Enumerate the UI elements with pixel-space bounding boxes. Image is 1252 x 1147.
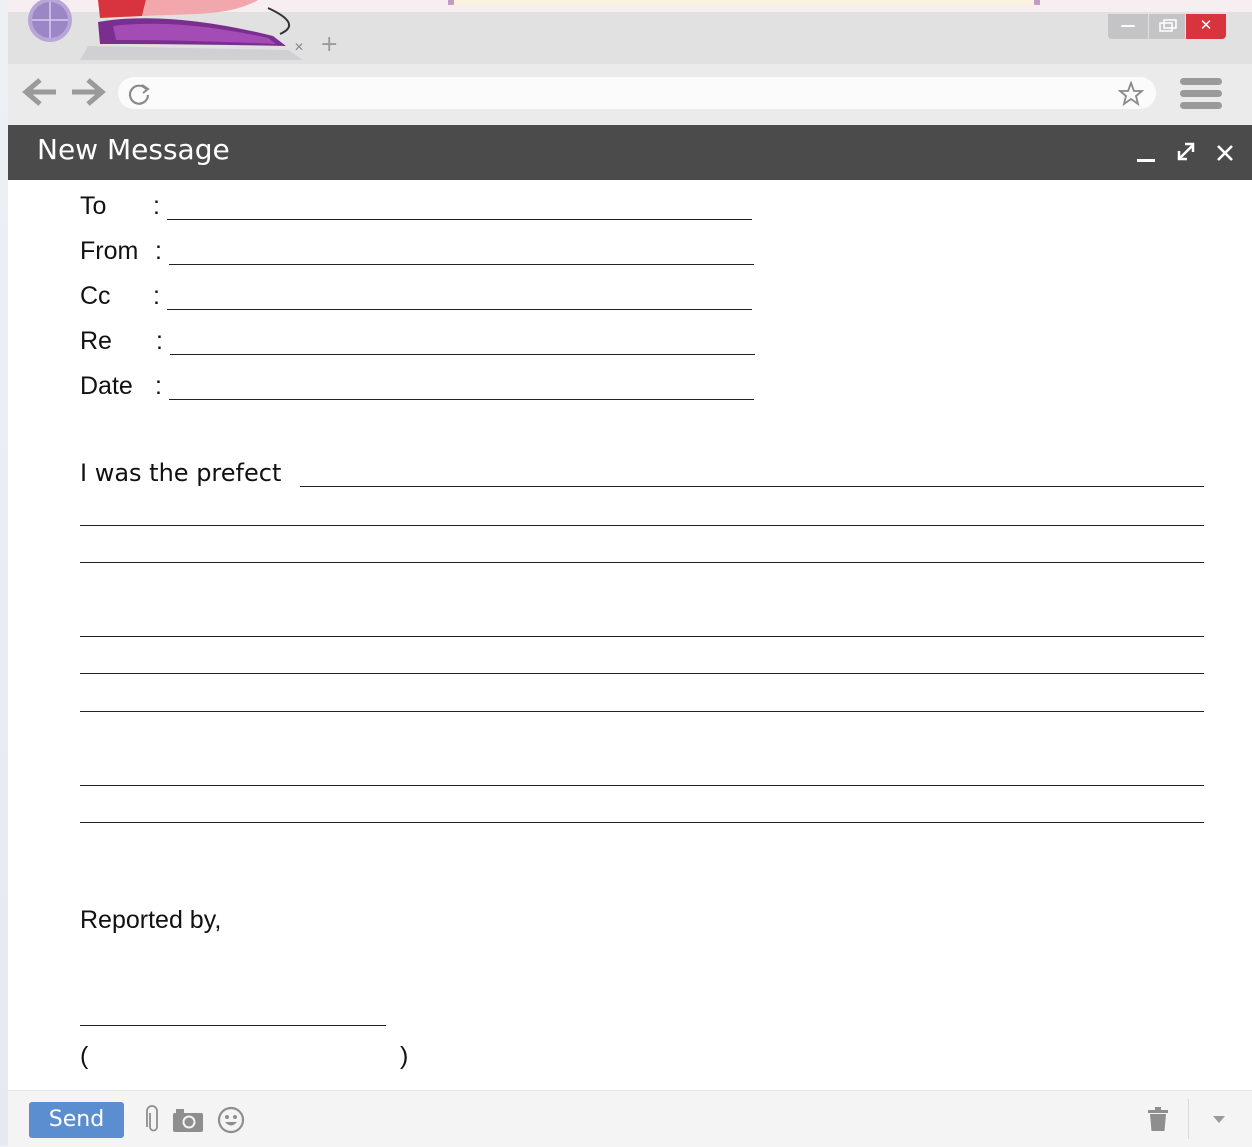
- cc-field-line[interactable]: [167, 309, 752, 310]
- re-field-label: Re: [80, 327, 112, 355]
- window-close-button[interactable]: ✕: [1186, 14, 1226, 39]
- address-bar[interactable]: [118, 77, 1156, 109]
- date-field-line[interactable]: [169, 399, 754, 400]
- minimize-icon[interactable]: [1136, 145, 1156, 165]
- writing-line[interactable]: [300, 486, 1204, 487]
- camera-icon[interactable]: [172, 1107, 204, 1133]
- date-field-label: Date: [80, 372, 133, 400]
- opening-text: I was the prefect: [80, 459, 282, 487]
- re-field-line[interactable]: [170, 354, 755, 355]
- writing-line[interactable]: [80, 711, 1204, 712]
- minimize-icon: —: [1120, 16, 1136, 34]
- navigation-bar: [8, 64, 1252, 125]
- page-edge: [0, 0, 8, 1146]
- restore-icon: [1159, 19, 1177, 32]
- to-field-label: To: [80, 192, 107, 220]
- name-close-paren: ): [400, 1042, 409, 1070]
- maximize-icon[interactable]: [1175, 139, 1197, 163]
- writing-line[interactable]: [80, 673, 1204, 674]
- to-field-colon: :: [153, 192, 160, 220]
- emoji-icon[interactable]: [217, 1106, 245, 1134]
- chevron-down-icon[interactable]: [1212, 1115, 1226, 1125]
- closing-text: Reported by,: [80, 906, 222, 934]
- forward-arrow-icon[interactable]: [68, 76, 108, 108]
- window-restore-button[interactable]: [1149, 14, 1185, 39]
- compose-footer: Send: [8, 1090, 1252, 1147]
- compose-header: New Message: [8, 125, 1252, 180]
- tab-illustration: [28, 0, 303, 60]
- writing-line[interactable]: [80, 822, 1204, 823]
- tab-strip: ✕ + — ✕: [8, 0, 1252, 64]
- name-open-paren: (: [80, 1042, 89, 1070]
- to-field-line[interactable]: [167, 219, 752, 220]
- window-minimize-button[interactable]: —: [1108, 14, 1148, 39]
- signature-line[interactable]: [80, 1025, 386, 1026]
- from-field-colon: :: [155, 237, 162, 265]
- attach-icon[interactable]: [145, 1105, 161, 1135]
- from-field-label: From: [80, 237, 139, 265]
- send-button[interactable]: Send: [29, 1102, 124, 1138]
- from-field-line[interactable]: [169, 264, 754, 265]
- star-icon[interactable]: [1118, 81, 1144, 107]
- back-arrow-icon[interactable]: [20, 76, 60, 108]
- new-tab-icon[interactable]: +: [320, 34, 338, 56]
- menu-icon[interactable]: [1180, 76, 1222, 112]
- writing-line[interactable]: [80, 785, 1204, 786]
- date-field-colon: :: [155, 372, 162, 400]
- browser-chrome: ✕ + — ✕: [8, 0, 1252, 125]
- close-icon: ✕: [1199, 16, 1213, 34]
- cc-field-colon: :: [153, 282, 160, 310]
- cc-field-label: Cc: [80, 282, 111, 310]
- close-icon[interactable]: [1215, 143, 1235, 163]
- reload-icon[interactable]: [126, 81, 152, 107]
- compose-title: New Message: [37, 133, 230, 166]
- tab-close-icon[interactable]: ✕: [294, 40, 304, 54]
- message-body[interactable]: To : From : Cc : Re : Date : I was the p…: [8, 180, 1252, 1090]
- writing-line[interactable]: [80, 525, 1204, 526]
- footer-divider: [1188, 1099, 1189, 1139]
- re-field-colon: :: [156, 327, 163, 355]
- writing-line[interactable]: [80, 636, 1204, 637]
- trash-icon[interactable]: [1148, 1107, 1168, 1131]
- writing-line[interactable]: [80, 562, 1204, 563]
